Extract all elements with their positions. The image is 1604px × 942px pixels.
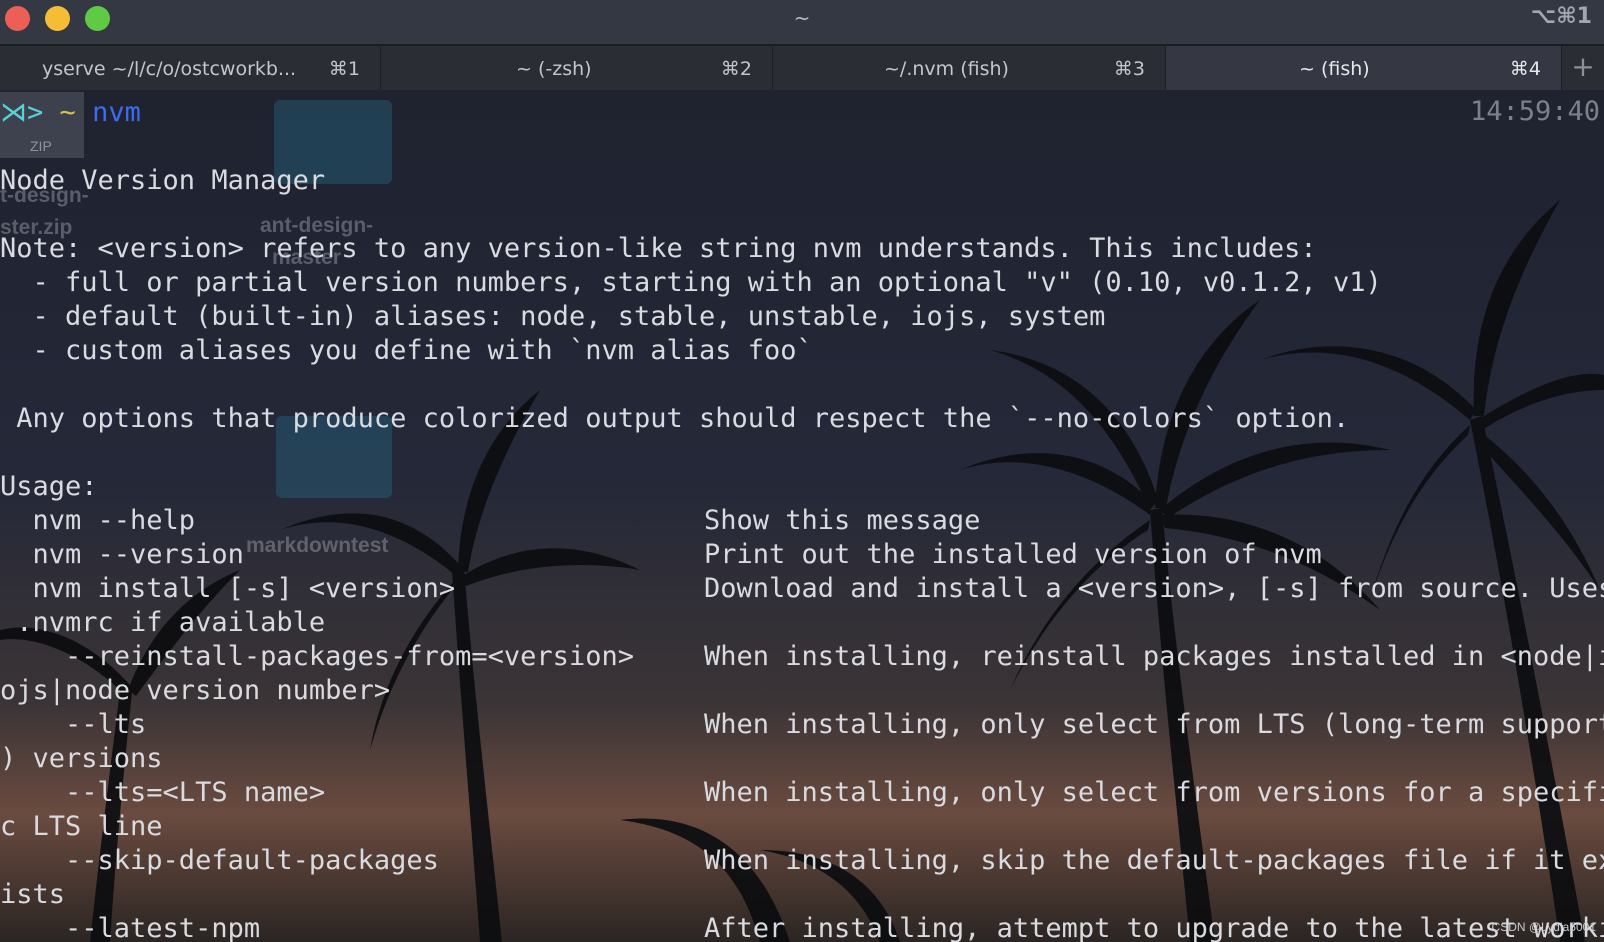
- tab-fish-active[interactable]: ~ (fish) ⌘4: [1166, 46, 1562, 90]
- tab-zsh[interactable]: ~ (-zsh) ⌘2: [381, 46, 773, 90]
- terminal-pane[interactable]: ZIP t-design- ster.zip ant-design- maste…: [0, 90, 1604, 942]
- output-line: Usage:: [0, 471, 98, 502]
- tab-shortcut: ⌘3: [1113, 58, 1145, 80]
- usage-command: .nvmrc if available: [0, 607, 326, 638]
- tab-yserve[interactable]: yserve ~/l/c/o/ostcworkb... ⌘1: [0, 46, 381, 90]
- output-line: - default (built-in) aliases: node, stab…: [0, 301, 1106, 332]
- usage-command: nvm install [-s] <version>: [0, 573, 456, 604]
- prompt-dir: ~: [59, 97, 76, 128]
- output-line: Node Version Manager: [0, 165, 326, 196]
- title-bar: ~ ⌥⌘1: [0, 0, 1604, 44]
- usage-command: ojs|node version number>: [0, 675, 391, 706]
- prompt-command: nvm: [92, 97, 141, 128]
- usage-description: After installing, attempt to upgrade to …: [704, 913, 1604, 942]
- usage-command: --latest-npm: [0, 913, 261, 942]
- output-line: - custom aliases you define with `nvm al…: [0, 335, 813, 366]
- output-line: - full or partial version numbers, start…: [0, 267, 1382, 298]
- output-line: Note: <version> refers to any version-li…: [0, 233, 1317, 264]
- tab-bar: yserve ~/l/c/o/ostcworkb... ⌘1 ~ (-zsh) …: [0, 44, 1604, 90]
- usage-command: nvm --version: [0, 539, 244, 570]
- usage-command: c LTS line: [0, 811, 163, 842]
- prompt-time: 14:59:40: [1469, 96, 1600, 127]
- tab-label: ~ (fish): [1299, 58, 1370, 80]
- window-title: ~: [793, 6, 811, 30]
- usage-description: When installing, skip the default-packag…: [704, 845, 1604, 876]
- usage-description: When installing, only select from versio…: [704, 777, 1604, 808]
- usage-command: --lts=<LTS name>: [0, 777, 326, 808]
- usage-description: Print out the installed version of nvm: [704, 539, 1322, 570]
- window-shortcut: ⌥⌘1: [1530, 4, 1592, 29]
- usage-command: ists: [0, 879, 66, 910]
- tab-shortcut: ⌘1: [328, 58, 360, 80]
- usage-command: nvm --help: [0, 505, 196, 536]
- tab-shortcut: ⌘4: [1509, 58, 1541, 80]
- prompt-line: ⋊> ~ nvm: [0, 96, 141, 130]
- desktop-folder-label: markdowntest: [246, 534, 389, 557]
- usage-command: --lts: [0, 709, 147, 740]
- usage-description: Download and install a <version>, [-s] f…: [704, 573, 1604, 604]
- usage-description: Show this message: [704, 505, 981, 536]
- tab-shortcut: ⌘2: [720, 58, 752, 80]
- watermark: CSDN @Lydia5001: [1491, 920, 1596, 934]
- zip-badge-label: ZIP: [30, 138, 52, 154]
- usage-command: ) versions: [0, 743, 163, 774]
- usage-description: When installing, only select from LTS (l…: [704, 709, 1604, 740]
- usage-description: When installing, reinstall packages inst…: [704, 641, 1604, 672]
- output-line: Any options that produce colorized outpu…: [0, 403, 1350, 434]
- tab-label: ~ (-zsh): [516, 58, 592, 80]
- new-tab-button[interactable]: +: [1562, 46, 1604, 90]
- tab-label: ~/.nvm (fish): [884, 58, 1009, 80]
- tab-label: yserve ~/l/c/o/ostcworkb...: [42, 58, 297, 80]
- usage-command: --skip-default-packages: [0, 845, 439, 876]
- tab-nvm-fish[interactable]: ~/.nvm (fish) ⌘3: [773, 46, 1166, 90]
- prompt-symbol: ⋊>: [0, 97, 44, 128]
- usage-command: --reinstall-packages-from=<version>: [0, 641, 634, 672]
